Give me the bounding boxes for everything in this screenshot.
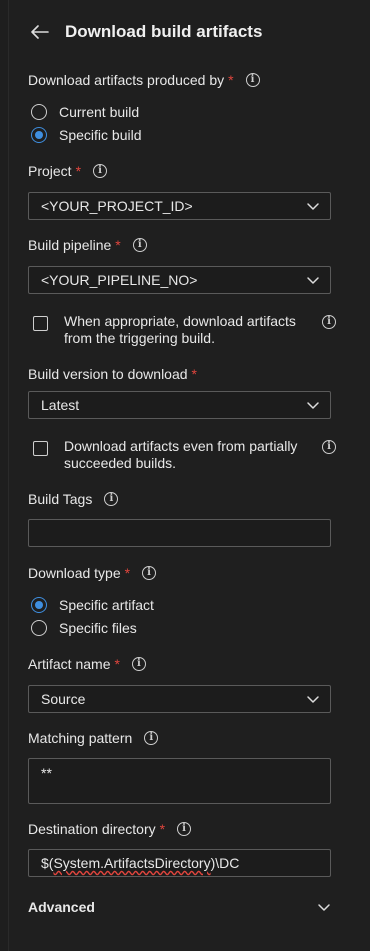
info-icon[interactable]: i [142,566,157,580]
info-icon[interactable]: i [131,657,146,671]
chevron-down-icon [307,203,319,210]
build-version-select-value: Latest [41,397,80,413]
project-label: Project * i [28,163,108,179]
info-icon[interactable]: i [322,440,336,454]
panel-header: Download build artifacts [29,18,262,46]
back-arrow-icon[interactable] [29,21,51,43]
checkbox-label: Download artifacts even from partially s… [64,438,298,471]
radio-button-selected[interactable] [31,127,47,143]
build-version-label: Build version to download * [28,366,197,382]
download-type-label-text: Download type [28,565,121,581]
info-icon[interactable]: i [144,731,159,745]
pipeline-label: Build pipeline * i [28,237,147,253]
radio-label: Specific files [59,620,137,636]
build-tags-label-text: Build Tags [28,491,93,507]
destination-prefix: $( [41,855,54,871]
info-icon[interactable]: i [177,822,192,836]
required-asterisk: * [115,237,121,253]
artifact-name-select[interactable]: Source [28,685,331,713]
artifact-name-label: Artifact name * i [28,656,146,672]
task-settings-panel: Download build artifacts Download artifa… [8,0,370,951]
radio-button[interactable] [31,620,47,636]
destination-label-text: Destination directory [28,821,156,837]
radio-current-build[interactable]: Current build [31,101,139,123]
artifact-name-label-text: Artifact name [28,656,111,672]
build-version-label-text: Build version to download [28,366,188,382]
triggering-build-option: When appropriate, download artifacts fro… [33,313,336,347]
build-tags-input[interactable] [28,519,331,547]
project-select-value: <YOUR_PROJECT_ID> [41,198,193,214]
advanced-section-toggle[interactable]: Advanced [28,896,331,918]
partial-builds-checkbox[interactable] [33,441,48,456]
download-from-label: Download artifacts produced by * i [28,72,260,88]
destination-label: Destination directory * i [28,821,192,837]
page-title: Download build artifacts [65,22,263,41]
radio-button-selected[interactable] [31,597,47,613]
matching-pattern-textarea[interactable]: ** [28,758,331,804]
advanced-label: Advanced [28,899,95,915]
project-label-text: Project [28,163,72,179]
radio-specific-files[interactable]: Specific files [31,617,137,639]
build-tags-label: Build Tags i [28,491,119,507]
info-icon[interactable]: i [322,315,336,329]
matching-pattern-label-text: Matching pattern [28,730,133,746]
radio-button[interactable] [31,104,47,120]
chevron-down-icon [307,277,319,284]
download-from-label-text: Download artifacts produced by [28,72,225,88]
info-icon[interactable]: i [104,492,119,506]
build-version-select[interactable]: Latest [28,391,331,419]
artifact-name-select-value: Source [41,691,86,707]
destination-input[interactable]: $(System.ArtifactsDirectory)\DC [28,849,331,877]
radio-specific-build[interactable]: Specific build [31,124,142,146]
partial-builds-option: Download artifacts even from partially s… [33,438,336,472]
matching-pattern-label: Matching pattern i [28,730,159,746]
pipeline-label-text: Build pipeline [28,237,112,253]
checkbox-label: When appropriate, download artifacts fro… [64,313,296,346]
pipeline-select-value: <YOUR_PIPELINE_NO> [41,272,198,288]
destination-variable: System.ArtifactsDirectory [53,855,211,871]
chevron-down-icon [307,402,319,409]
required-asterisk: * [159,821,166,837]
download-type-label: Download type * i [28,565,157,581]
chevron-down-icon [318,904,330,911]
radio-label: Specific artifact [59,597,154,613]
radio-specific-artifact[interactable]: Specific artifact [31,594,154,616]
required-asterisk: * [114,656,120,672]
destination-suffix: )\DC [210,855,240,871]
pipeline-select[interactable]: <YOUR_PIPELINE_NO> [28,266,331,294]
required-asterisk: * [124,565,131,581]
radio-label: Current build [59,104,140,120]
required-asterisk: * [228,72,234,88]
info-icon[interactable]: i [245,73,260,87]
triggering-build-checkbox[interactable] [33,316,48,331]
required-asterisk: * [75,163,82,179]
radio-label: Specific build [59,127,142,143]
required-asterisk: * [191,366,197,382]
chevron-down-icon [307,696,319,703]
project-select[interactable]: <YOUR_PROJECT_ID> [28,192,331,220]
info-icon[interactable]: i [132,238,147,252]
info-icon[interactable]: i [93,164,108,178]
